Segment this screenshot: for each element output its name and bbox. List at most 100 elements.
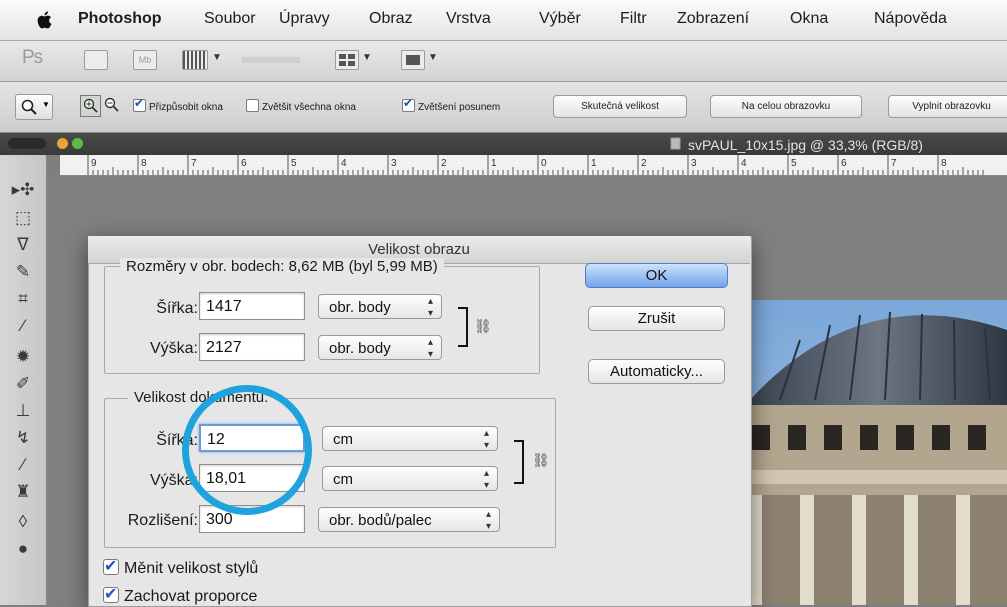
menu-item-vyber[interactable]: Výběr	[539, 10, 581, 28]
document-image	[740, 300, 1007, 605]
blur-tool-icon[interactable]: ◊	[10, 512, 36, 536]
chevron-down-icon[interactable]: ▼	[212, 52, 222, 63]
menu-item-soubor[interactable]: Soubor	[204, 10, 256, 28]
extras-icon[interactable]	[182, 50, 208, 70]
chevron-down-icon[interactable]: ▼	[428, 52, 438, 63]
updown-arrows-icon: ▴ ▾	[485, 509, 491, 532]
ruler-label: 7	[191, 158, 197, 169]
arrange-documents-icon[interactable]	[335, 50, 359, 70]
marquee-tool-icon[interactable]: ⬚	[10, 208, 36, 232]
pixel-dimensions-legend: Rozměry v obr. bodech: 8,62 MB (byl 5,99…	[120, 258, 444, 275]
crop-tool-icon[interactable]: ⌗	[10, 289, 36, 313]
checkbox-checked-icon	[103, 584, 119, 604]
zoom-in-icon	[83, 98, 98, 113]
move-tool-icon[interactable]: ▸✣	[10, 180, 36, 204]
pixel-height-unit-select[interactable]: obr. body ▴ ▾	[318, 335, 442, 360]
menu-item-napoveda[interactable]: Nápověda	[874, 10, 947, 28]
eyedropper-tool-icon[interactable]: ⁄	[10, 316, 36, 340]
apple-icon[interactable]	[34, 9, 56, 31]
zoom-all-windows-label: Zvětšit všechna okna	[262, 102, 356, 113]
pixel-width-input[interactable]: 1417	[199, 292, 305, 320]
ruler-label: 4	[741, 158, 747, 169]
doc-width-unit-value: cm	[333, 431, 353, 448]
menu-item-zobrazeni[interactable]: Zobrazení	[677, 10, 749, 28]
menu-item-filtr[interactable]: Filtr	[620, 10, 647, 28]
clone-stamp-tool-icon[interactable]: ⊥	[10, 401, 36, 425]
ps-logo: Ps	[22, 47, 43, 68]
ruler-label: 8	[141, 158, 147, 169]
constrain-proportions-checkbox[interactable]: Zachovat proporce	[103, 584, 258, 606]
auto-button[interactable]: Automaticky...	[588, 359, 725, 384]
ruler-label: 2	[441, 158, 447, 169]
zoom-all-windows-checkbox[interactable]: Zvětšit všechna okna	[246, 99, 356, 113]
zoom-level-placeholder[interactable]	[242, 57, 300, 63]
mini-bridge-icon[interactable]: Mb	[133, 50, 157, 70]
cancel-button[interactable]: Zrušit	[588, 306, 725, 331]
screen-mode-icon[interactable]	[401, 50, 425, 70]
chevron-down-icon[interactable]: ▼	[362, 52, 372, 63]
menu-bar: Photoshop Soubor Úpravy Obraz Vrstva Výb…	[0, 0, 1007, 41]
ruler-label: 6	[841, 158, 847, 169]
brush-tool-icon[interactable]: ✐	[10, 374, 36, 398]
resize-windows-checkbox[interactable]: Přizpůsobit okna	[133, 96, 223, 113]
constrain-proportions-label: Zachovat proporce	[124, 588, 258, 605]
doc-height-unit-select[interactable]: cm ▴ ▾	[322, 466, 498, 491]
minimize-window-icon[interactable]	[57, 138, 68, 149]
ruler-label: 1	[491, 158, 497, 169]
lasso-tool-icon[interactable]: ᐁ	[10, 235, 36, 259]
panel-collapse-handle[interactable]	[8, 138, 46, 149]
ruler-label: 5	[291, 158, 297, 169]
ruler-label: 8	[941, 158, 947, 169]
checkbox-checked-icon	[402, 96, 415, 112]
menu-item-vrstva[interactable]: Vrstva	[446, 10, 491, 28]
ruler-label: 0	[541, 158, 547, 169]
paint-bucket-tool-icon[interactable]: ♜	[10, 482, 36, 506]
healing-brush-tool-icon[interactable]: ✹	[10, 347, 36, 371]
quick-selection-tool-icon[interactable]: ✎	[10, 262, 36, 286]
tools-panel: ▸✣ ⬚ ᐁ ✎ ⌗ ⁄ ✹ ✐ ⊥ ↯ ∕ ♜ ◊ ●	[0, 155, 47, 605]
zoom-out-button[interactable]	[102, 95, 121, 115]
checkbox-checked-icon	[103, 556, 119, 576]
ok-button[interactable]: OK	[585, 263, 728, 288]
resolution-label: Rozlišení:	[127, 512, 198, 529]
cathedral-dome-image	[740, 300, 1007, 605]
updown-arrows-icon: ▴ ▾	[427, 296, 433, 319]
updown-arrows-icon: ▴ ▾	[483, 428, 489, 451]
zoom-icon	[21, 99, 37, 115]
pixel-width-unit-value: obr. body	[329, 299, 391, 316]
zoom-window-icon[interactable]	[72, 138, 83, 149]
ruler-label: 6	[241, 158, 247, 169]
resize-windows-label: Přizpůsobit okna	[149, 102, 223, 113]
menu-item-obraz[interactable]: Obraz	[369, 10, 413, 28]
document-tab-bar: svPAUL_10x15.jpg @ 33,3% (RGB/8)	[0, 133, 1007, 155]
zoom-in-button[interactable]	[80, 95, 101, 117]
updown-arrows-icon: ▴ ▾	[427, 337, 433, 360]
pixel-width-unit-select[interactable]: obr. body ▴ ▾	[318, 294, 442, 319]
tool-preset-picker[interactable]: ▼	[15, 94, 53, 120]
resolution-unit-select[interactable]: obr. bodů/palec ▴ ▾	[318, 507, 500, 532]
ruler-label: 3	[691, 158, 697, 169]
fill-screen-button[interactable]: Vyplnit obrazovku	[888, 95, 1007, 118]
dodge-tool-icon[interactable]: ●	[10, 539, 36, 563]
scale-styles-checkbox[interactable]: Měnit velikost stylů	[103, 556, 258, 578]
ruler-label: 3	[391, 158, 397, 169]
menu-item-okna[interactable]: Okna	[790, 10, 828, 28]
ruler-label: 2	[641, 158, 647, 169]
pixel-link-bracket	[458, 307, 468, 347]
doc-width-unit-select[interactable]: cm ▴ ▾	[322, 426, 498, 451]
pixel-height-input[interactable]: 2127	[199, 333, 305, 361]
bridge-icon[interactable]	[84, 50, 108, 70]
scrubby-zoom-checkbox[interactable]: Zvětšení posunem	[402, 96, 500, 113]
history-brush-tool-icon[interactable]: ↯	[10, 428, 36, 452]
eraser-tool-icon[interactable]: ∕	[10, 455, 36, 479]
menu-item-upravy[interactable]: Úpravy	[279, 10, 330, 28]
chain-link-icon: ⛓	[474, 318, 492, 334]
resolution-unit-value: obr. bodů/palec	[329, 512, 432, 529]
menu-app-name[interactable]: Photoshop	[78, 10, 162, 28]
checkbox-unchecked-icon	[246, 99, 259, 112]
pixel-width-label: Šířka:	[156, 300, 198, 317]
fit-screen-button[interactable]: Na celou obrazovku	[710, 95, 862, 118]
pixel-height-label: Výška:	[149, 340, 198, 357]
doc-height-unit-value: cm	[333, 471, 353, 488]
actual-pixels-button[interactable]: Skutečná velikost	[553, 95, 687, 118]
